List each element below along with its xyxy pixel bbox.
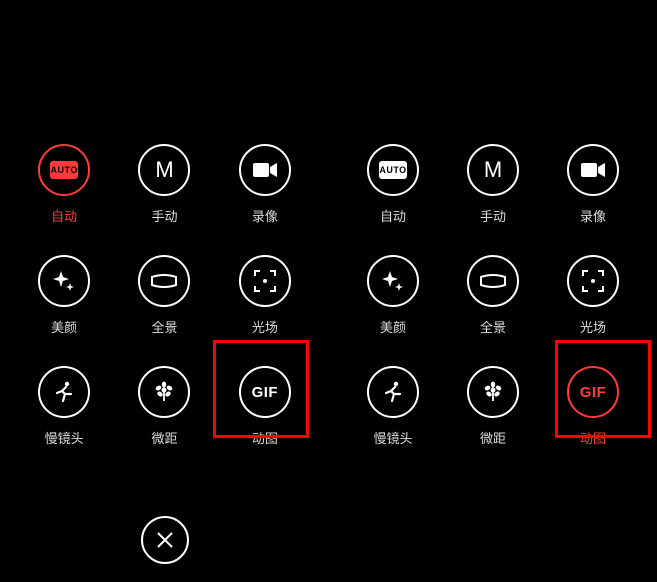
camera-mode-panel: AUTO 自动 M 手动 录像 美颜 [14, 34, 315, 572]
mode-label: 光场 [580, 317, 606, 336]
mode-label: 自动 [380, 206, 406, 225]
mode-label: 录像 [580, 206, 606, 225]
camera-mode-panel: AUTO 自动 M 手动 录像 美颜 [343, 34, 643, 572]
close-button[interactable] [141, 516, 189, 564]
focus-icon [582, 270, 604, 292]
mode-label: 光场 [252, 317, 278, 336]
mode-beauty[interactable]: 美颜 [24, 255, 104, 336]
mode-lightfield-circle [567, 255, 619, 307]
mode-label: 手动 [151, 206, 177, 225]
flower-icon [153, 381, 175, 403]
mode-manual-circle: M [467, 144, 519, 196]
screen-right: AUTO 自动 M 手动 录像 美颜 [329, 0, 657, 582]
screen-left: AUTO 自动 M 手动 录像 美颜 [0, 0, 329, 582]
mode-gif[interactable]: GIF 动图 [225, 366, 305, 447]
mode-beauty-circle [38, 255, 90, 307]
mode-macro[interactable]: 微距 [124, 366, 204, 447]
mode-pano-circle [138, 255, 190, 307]
mode-macro-circle [467, 366, 519, 418]
mode-macro[interactable]: 微距 [453, 366, 533, 447]
mode-label: 动图 [580, 428, 606, 447]
mode-lightfield[interactable]: 光场 [225, 255, 305, 336]
mode-auto[interactable]: AUTO 自动 [353, 144, 433, 225]
m-icon: M [484, 157, 502, 183]
mode-video[interactable]: 录像 [225, 144, 305, 225]
mode-lightfield-circle [239, 255, 291, 307]
mode-label: 微距 [480, 428, 506, 447]
flower-icon [482, 381, 504, 403]
mode-slowmo-circle [38, 366, 90, 418]
mode-auto[interactable]: AUTO 自动 [24, 144, 104, 225]
mode-label: 动图 [252, 428, 278, 447]
mode-slowmo[interactable]: 慢镜头 [24, 366, 104, 447]
mode-gif-circle: GIF [239, 366, 291, 418]
mode-pano[interactable]: 全景 [453, 255, 533, 336]
mode-slowmo-circle [367, 366, 419, 418]
runner-icon [53, 381, 75, 403]
mode-label: 美颜 [380, 317, 406, 336]
mode-label: 手动 [480, 206, 506, 225]
mode-pano-circle [467, 255, 519, 307]
mode-lightfield[interactable]: 光场 [553, 255, 633, 336]
pano-icon [151, 274, 177, 288]
mode-manual-circle: M [138, 144, 190, 196]
mode-grid: AUTO 自动 M 手动 录像 美颜 [343, 144, 643, 447]
auto-icon: AUTO [50, 161, 78, 179]
focus-icon [254, 270, 276, 292]
gif-icon: GIF [580, 384, 607, 401]
mode-beauty[interactable]: 美颜 [353, 255, 433, 336]
mode-pano[interactable]: 全景 [124, 255, 204, 336]
mode-label: 自动 [51, 206, 77, 225]
video-icon [581, 162, 605, 178]
mode-label: 慢镜头 [45, 428, 84, 447]
mode-beauty-circle [367, 255, 419, 307]
mode-auto-circle: AUTO [38, 144, 90, 196]
mode-video-circle [239, 144, 291, 196]
video-icon [253, 162, 277, 178]
gif-icon: GIF [252, 384, 279, 401]
auto-icon: AUTO [379, 161, 407, 179]
mode-label: 录像 [252, 206, 278, 225]
mode-video-circle [567, 144, 619, 196]
mode-label: 美颜 [51, 317, 77, 336]
mode-macro-circle [138, 366, 190, 418]
mode-label: 全景 [480, 317, 506, 336]
mode-gif[interactable]: GIF 动图 [553, 366, 633, 447]
sparkle-icon [52, 269, 76, 293]
mode-grid: AUTO 自动 M 手动 录像 美颜 [14, 144, 315, 447]
mode-label: 微距 [151, 428, 177, 447]
close-icon [156, 531, 174, 549]
mode-label: 慢镜头 [373, 428, 412, 447]
mode-gif-circle: GIF [567, 366, 619, 418]
mode-slowmo[interactable]: 慢镜头 [353, 366, 433, 447]
mode-label: 全景 [151, 317, 177, 336]
mode-manual[interactable]: M 手动 [124, 144, 204, 225]
mode-video[interactable]: 录像 [553, 144, 633, 225]
m-icon: M [155, 157, 173, 183]
pano-icon [480, 274, 506, 288]
runner-icon [382, 381, 404, 403]
mode-manual[interactable]: M 手动 [453, 144, 533, 225]
mode-auto-circle: AUTO [367, 144, 419, 196]
sparkle-icon [381, 269, 405, 293]
